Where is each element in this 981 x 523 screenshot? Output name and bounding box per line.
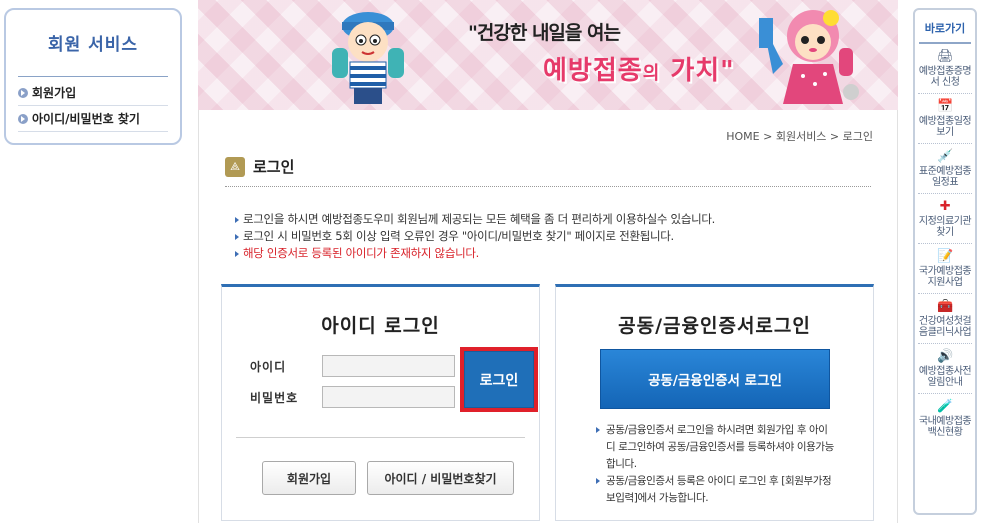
top-banner: "건강한 내일을 여는 예방접종의 가치" (198, 0, 898, 110)
bullet-arrow-icon (235, 216, 239, 223)
find-id-password-button[interactable]: 아이디 / 비밀번호찾기 (367, 461, 514, 495)
hospital-icon: ✚ (939, 199, 951, 214)
sidebar-item-find-id-pw[interactable]: 아이디/비밀번호 찾기 (18, 106, 168, 132)
sidebar-menu: 회원가입 아이디/비밀번호 찾기 (18, 80, 168, 132)
arrow-bullet-icon (18, 87, 28, 98)
certificate-login-box: 공동/금융인증서로그인 공동/금융인증서 로그인 공동/금융인증서 로그인을 하… (555, 284, 874, 521)
printer-icon: 🖨 (936, 49, 954, 64)
page-header: ⟁ 로그인 (225, 156, 294, 177)
bullet-arrow-icon (235, 233, 239, 240)
notice-item: 로그인을 하시면 예방접종도우미 회원님께 제공되는 모든 혜택을 좀 더 편리… (235, 211, 715, 228)
member-service-box: 회원 서비스 회원가입 아이디/비밀번호 찾기 (4, 8, 182, 145)
certificate-login-button[interactable]: 공동/금융인증서 로그인 (600, 349, 830, 409)
quick-link-national-program[interactable]: 📝 국가예방접종지원사업 (918, 244, 972, 294)
quick-link-notification[interactable]: 🔊 예방접종사전알림안내 (918, 344, 972, 394)
quick-link-label: 예방접종일정보기 (918, 116, 972, 138)
notice-text: 로그인 시 비밀번호 5회 이상 입력 오류인 경우 "아이디/비밀번호 찾기"… (243, 229, 674, 243)
page-title: 로그인 (253, 158, 295, 176)
join-button[interactable]: 회원가입 (262, 461, 356, 495)
quick-link-women-clinic[interactable]: 🧰 건강여성첫걸음클리닉사업 (918, 294, 972, 344)
calendar-icon: 📅 (937, 99, 953, 114)
banner-slogan-end: 가치" (670, 56, 735, 86)
banner-slogan-keyword: 예방접종 (543, 56, 643, 86)
login-box-divider (236, 437, 525, 438)
certificate-note: 공동/금융인증서 등록은 아이디 로그인 후 [회원부가정보입력]에서 가능합니… (596, 473, 836, 507)
password-row: 비밀번호 (250, 386, 455, 408)
sidebar-item-label: 회원가입 (32, 85, 77, 100)
quick-link-label: 예방접종증명서 신청 (918, 66, 972, 88)
banner-slogan-particle: 의 (642, 63, 661, 84)
quick-link-label: 표준예방접종일정표 (918, 166, 972, 188)
quick-link-label: 지정의료기관찾기 (918, 216, 972, 238)
arrow-bullet-icon (18, 113, 28, 124)
id-label: 아이디 (250, 359, 287, 374)
sidebar-item-label: 아이디/비밀번호 찾기 (32, 111, 140, 126)
id-login-title: 아이디 로그인 (321, 315, 440, 337)
quick-link-label: 국가예방접종지원사업 (918, 266, 972, 288)
speaker-icon: 🔊 (937, 349, 953, 364)
sidebar-title: 회원 서비스 (47, 35, 139, 55)
sidebar-item-join[interactable]: 회원가입 (18, 80, 168, 106)
error-text: 해당 인증서로 등록된 아이디가 존재하지 않습니다. (243, 246, 480, 260)
password-label: 비밀번호 (250, 390, 299, 405)
quick-link-vaccine-status[interactable]: 🧪 국내예방접종백신현황 (918, 394, 972, 443)
main-content: HOME > 회원서비스 > 로그인 ⟁ 로그인 로그인을 하시면 예방접종도우… (198, 110, 898, 523)
quick-link-certificate[interactable]: 🖨 예방접종증명서 신청 (918, 44, 972, 94)
quick-link-standard-schedule[interactable]: 💉 표준예방접종일정표 (918, 144, 972, 194)
banner-slogan-line1: "건강한 내일을 여는 (468, 22, 621, 44)
sidebar-divider (18, 76, 168, 77)
certificate-login-title: 공동/금융인증서로그인 (618, 315, 811, 337)
girl-character-illustration (759, 10, 859, 104)
clinic-icon: 🧰 (937, 299, 953, 314)
error-notice: 해당 인증서로 등록된 아이디가 존재하지 않습니다. (235, 245, 715, 262)
quick-links-panel: 바로가기 🖨 예방접종증명서 신청 📅 예방접종일정보기 💉 표준예방접종일정표… (913, 8, 977, 515)
syringe-icon: 💉 (937, 149, 953, 164)
bullet-arrow-icon (235, 250, 239, 257)
login-button-highlight: 로그인 (460, 347, 538, 412)
login-section-icon: ⟁ (225, 156, 245, 177)
certificate-notes: 공동/금융인증서 로그인을 하시려면 회원가입 후 아이디 로그인하여 공동/금… (596, 422, 836, 507)
header-divider (225, 186, 871, 187)
breadcrumb: HOME > 회원서비스 > 로그인 (726, 130, 873, 143)
quick-links-title: 바로가기 (919, 10, 971, 44)
id-login-box: 아이디 로그인 아이디 비밀번호 로그인 회원가입 아이디 / 비밀번호찾기 (221, 284, 540, 521)
notice-text: 로그인을 하시면 예방접종도우미 회원님께 제공되는 모든 혜택을 좀 더 편리… (243, 212, 716, 226)
quick-link-label: 예방접종사전알림안내 (918, 366, 972, 388)
id-input[interactable] (322, 355, 455, 377)
quick-link-label: 건강여성첫걸음클리닉사업 (918, 316, 972, 338)
notice-list: 로그인을 하시면 예방접종도우미 회원님께 제공되는 모든 혜택을 좀 더 편리… (235, 211, 715, 262)
document-icon: 📝 (937, 249, 953, 264)
notice-item: 로그인 시 비밀번호 5회 이상 입력 오류인 경우 "아이디/비밀번호 찾기"… (235, 228, 715, 245)
boy-character-illustration (332, 12, 404, 104)
banner-slogan-main: 예방접종의 가치" (543, 50, 735, 87)
password-input[interactable] (322, 386, 455, 408)
quick-link-label: 국내예방접종백신현황 (918, 416, 972, 438)
certificate-note: 공동/금융인증서 로그인을 하시려면 회원가입 후 아이디 로그인하여 공동/금… (596, 422, 836, 473)
vaccine-icon: 🧪 (937, 399, 953, 414)
login-button[interactable]: 로그인 (464, 351, 534, 408)
id-row: 아이디 (250, 355, 455, 377)
quick-link-schedule[interactable]: 📅 예방접종일정보기 (918, 94, 972, 144)
quick-link-find-clinic[interactable]: ✚ 지정의료기관찾기 (918, 194, 972, 244)
